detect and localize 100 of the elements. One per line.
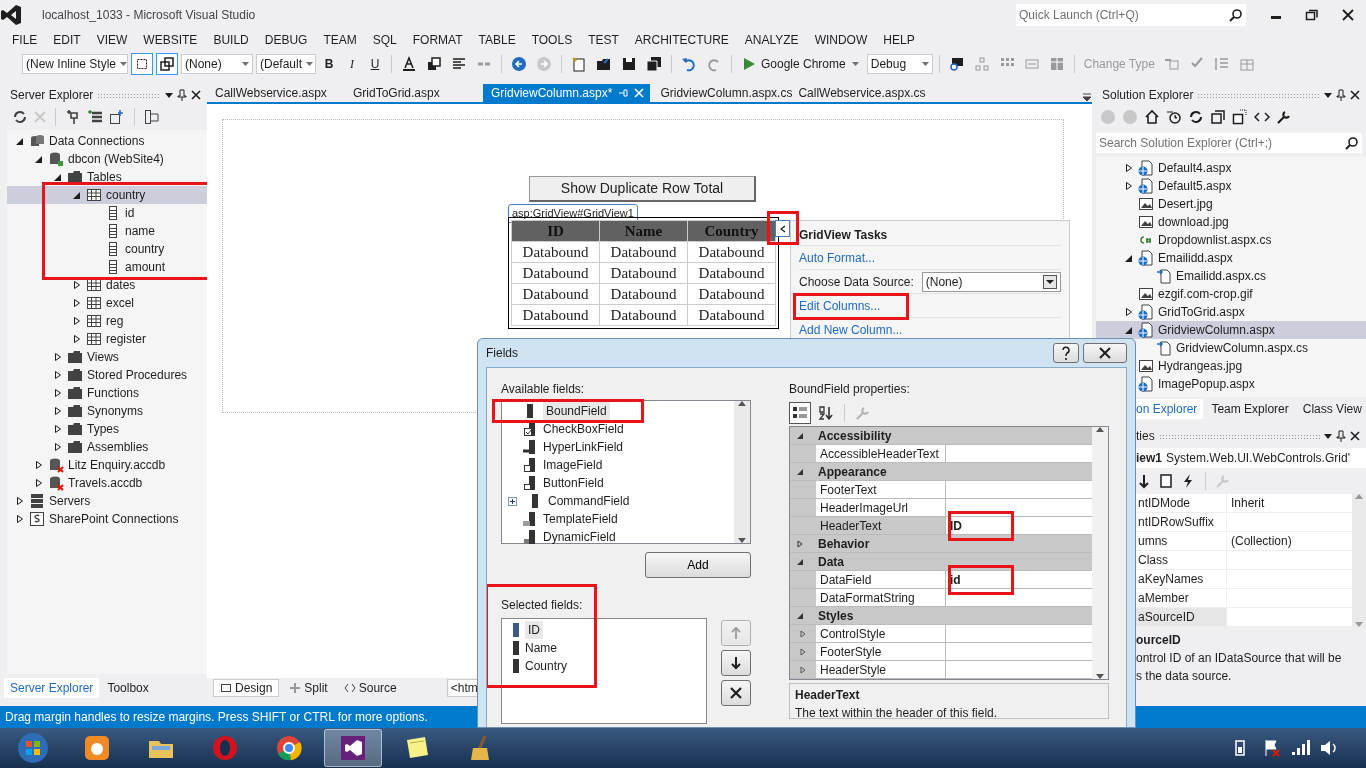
expand-arrow-icon[interactable] (72, 280, 82, 290)
expand-arrow-icon[interactable] (1124, 163, 1134, 173)
property-name[interactable]: DataFormatString (816, 589, 946, 606)
expand-arrow-icon[interactable] (1124, 181, 1134, 191)
task-link[interactable]: Auto Format... (799, 246, 876, 269)
collapse-arrow-icon[interactable] (1124, 325, 1134, 335)
expand-arrow-icon[interactable] (15, 514, 25, 524)
task-link[interactable]: Add New Column... (799, 318, 903, 341)
menu-item[interactable]: FILE (4, 31, 46, 49)
tree-item[interactable]: Emailidd.aspx (1096, 249, 1366, 267)
dropdown-arrow-icon[interactable] (1324, 433, 1332, 439)
menu-item[interactable]: EDIT (45, 31, 89, 49)
tree-item[interactable]: id (7, 204, 207, 222)
tree-item[interactable]: name (7, 222, 207, 240)
font-dropdown[interactable]: (Default (256, 54, 316, 74)
smart-tag-button[interactable] (775, 220, 790, 237)
collapse-all-icon[interactable] (1210, 109, 1226, 125)
underline-button[interactable]: U (365, 53, 385, 75)
menu-item[interactable]: BUILD (205, 31, 257, 49)
tree-item[interactable]: country (7, 240, 207, 258)
panel-tab[interactable]: on Explorer (1136, 399, 1204, 419)
position-tool-icon[interactable] (156, 53, 178, 75)
add-connection-icon[interactable] (87, 109, 103, 125)
expand-arrow-icon[interactable] (53, 442, 63, 452)
list-item[interactable]: Name (525, 639, 557, 657)
tree-item[interactable]: country (7, 186, 207, 204)
tree-item[interactable]: Tables (7, 168, 207, 186)
tree-item[interactable]: amount (7, 258, 207, 276)
search-field[interactable]: Search Solution Explorer (Ctrl+;) (1096, 133, 1362, 153)
menu-item[interactable]: FORMAT (404, 31, 471, 49)
menu-item[interactable]: ANALYZE (736, 31, 807, 49)
expand-arrow-icon[interactable] (72, 316, 82, 326)
properties-icon[interactable] (1158, 473, 1174, 489)
wrench-icon[interactable] (1276, 109, 1292, 125)
list-item[interactable]: TemplateField (543, 510, 618, 528)
expand-arrow-icon[interactable] (72, 334, 82, 344)
panel-tab[interactable]: Team Explorer (1205, 399, 1295, 419)
add-button[interactable]: Add (645, 552, 751, 578)
tree-item[interactable]: Emailidd.aspx.cs (1096, 267, 1366, 285)
tree-item[interactable]: GridviewColumn.aspx.cs (1096, 339, 1366, 357)
property-name[interactable]: FooterText (816, 481, 946, 498)
document-tab[interactable]: CallWebservice.aspx (207, 84, 343, 102)
tab-overflow-icon[interactable] (1082, 92, 1092, 102)
list-item[interactable]: DynamicField (543, 528, 616, 546)
task-link[interactable]: Edit Columns... (799, 294, 881, 317)
connect-database-icon[interactable] (65, 109, 81, 125)
view-tab[interactable]: Source (337, 679, 403, 697)
collapse-arrow-icon[interactable] (796, 431, 804, 440)
collapse-arrow-icon[interactable] (34, 154, 44, 164)
property-name[interactable]: DataField (816, 571, 946, 588)
expand-arrow-icon[interactable] (34, 460, 44, 470)
expand-arrow-icon[interactable] (53, 424, 63, 434)
tree-item[interactable]: excel (7, 294, 207, 312)
configuration-dropdown[interactable]: Debug (866, 54, 933, 74)
pin-icon[interactable] (1336, 430, 1346, 442)
design-button[interactable]: Show Duplicate Row Total (529, 176, 756, 202)
categorized-button[interactable] (789, 402, 811, 424)
property-value[interactable]: id (946, 571, 1092, 588)
property-name[interactable]: FooterStyle (816, 643, 946, 660)
close-icon[interactable] (1350, 90, 1360, 100)
list-item[interactable]: ButtonField (543, 474, 604, 492)
close-icon[interactable] (191, 90, 201, 100)
menu-item[interactable]: VIEW (88, 31, 136, 49)
expand-arrow-icon[interactable] (53, 388, 63, 398)
expand-arrow-icon[interactable] (53, 370, 63, 380)
property-row[interactable]: aSourceID (1136, 608, 1352, 627)
style-dropdown[interactable]: (New Inline Style (22, 54, 128, 74)
tree-item[interactable]: Desert.jpg (1096, 195, 1366, 213)
property-name[interactable]: HeaderImageUrl (816, 499, 946, 516)
pin-icon[interactable] (177, 89, 187, 101)
pending-changes-icon[interactable] (1166, 109, 1182, 125)
bold-button[interactable]: B (319, 53, 339, 75)
tree-item[interactable]: Travels.accdb (7, 474, 207, 492)
menu-item[interactable]: TABLE (470, 31, 524, 49)
property-value[interactable]: ID (946, 517, 1092, 534)
target-rule-dropdown[interactable]: (None) (181, 54, 253, 74)
view-tab[interactable]: Split (283, 679, 334, 697)
tree-item[interactable]: Assemblies (7, 438, 207, 456)
tree-item[interactable]: Hydrangeas.jpg (1096, 357, 1366, 375)
menu-item[interactable]: TEAM (315, 31, 365, 49)
property-name[interactable]: AccessibleHeaderText (816, 445, 946, 462)
tree-item[interactable]: Servers (7, 492, 207, 510)
collapse-arrow-icon[interactable] (796, 611, 804, 620)
tree-item[interactable]: Types (7, 420, 207, 438)
tree-item[interactable]: dates (7, 276, 207, 294)
menu-item[interactable]: SQL (364, 31, 405, 49)
expand-arrow-icon[interactable] (1124, 307, 1134, 317)
tree-item[interactable]: GridviewColumn.aspx (1096, 321, 1366, 339)
document-tab[interactable]: GridToGrid.aspx (345, 84, 481, 102)
tree-item[interactable]: GridToGrid.aspx (1096, 303, 1366, 321)
close-button[interactable] (1083, 343, 1127, 363)
list-item[interactable]: CommandField (548, 492, 630, 510)
tree-item[interactable]: register (7, 330, 207, 348)
collapse-arrow-icon[interactable] (1124, 253, 1134, 263)
expand-arrow-icon[interactable] (53, 406, 63, 416)
panel-tab[interactable]: Class View (1296, 399, 1366, 419)
dropdown-arrow-icon[interactable] (165, 92, 173, 98)
tree-item[interactable]: dbcon (WebSite4) (7, 150, 207, 168)
tree-item[interactable]: Dropdownlist.aspx.cs (1096, 231, 1366, 249)
tree-item[interactable]: Default5.aspx (1096, 177, 1366, 195)
